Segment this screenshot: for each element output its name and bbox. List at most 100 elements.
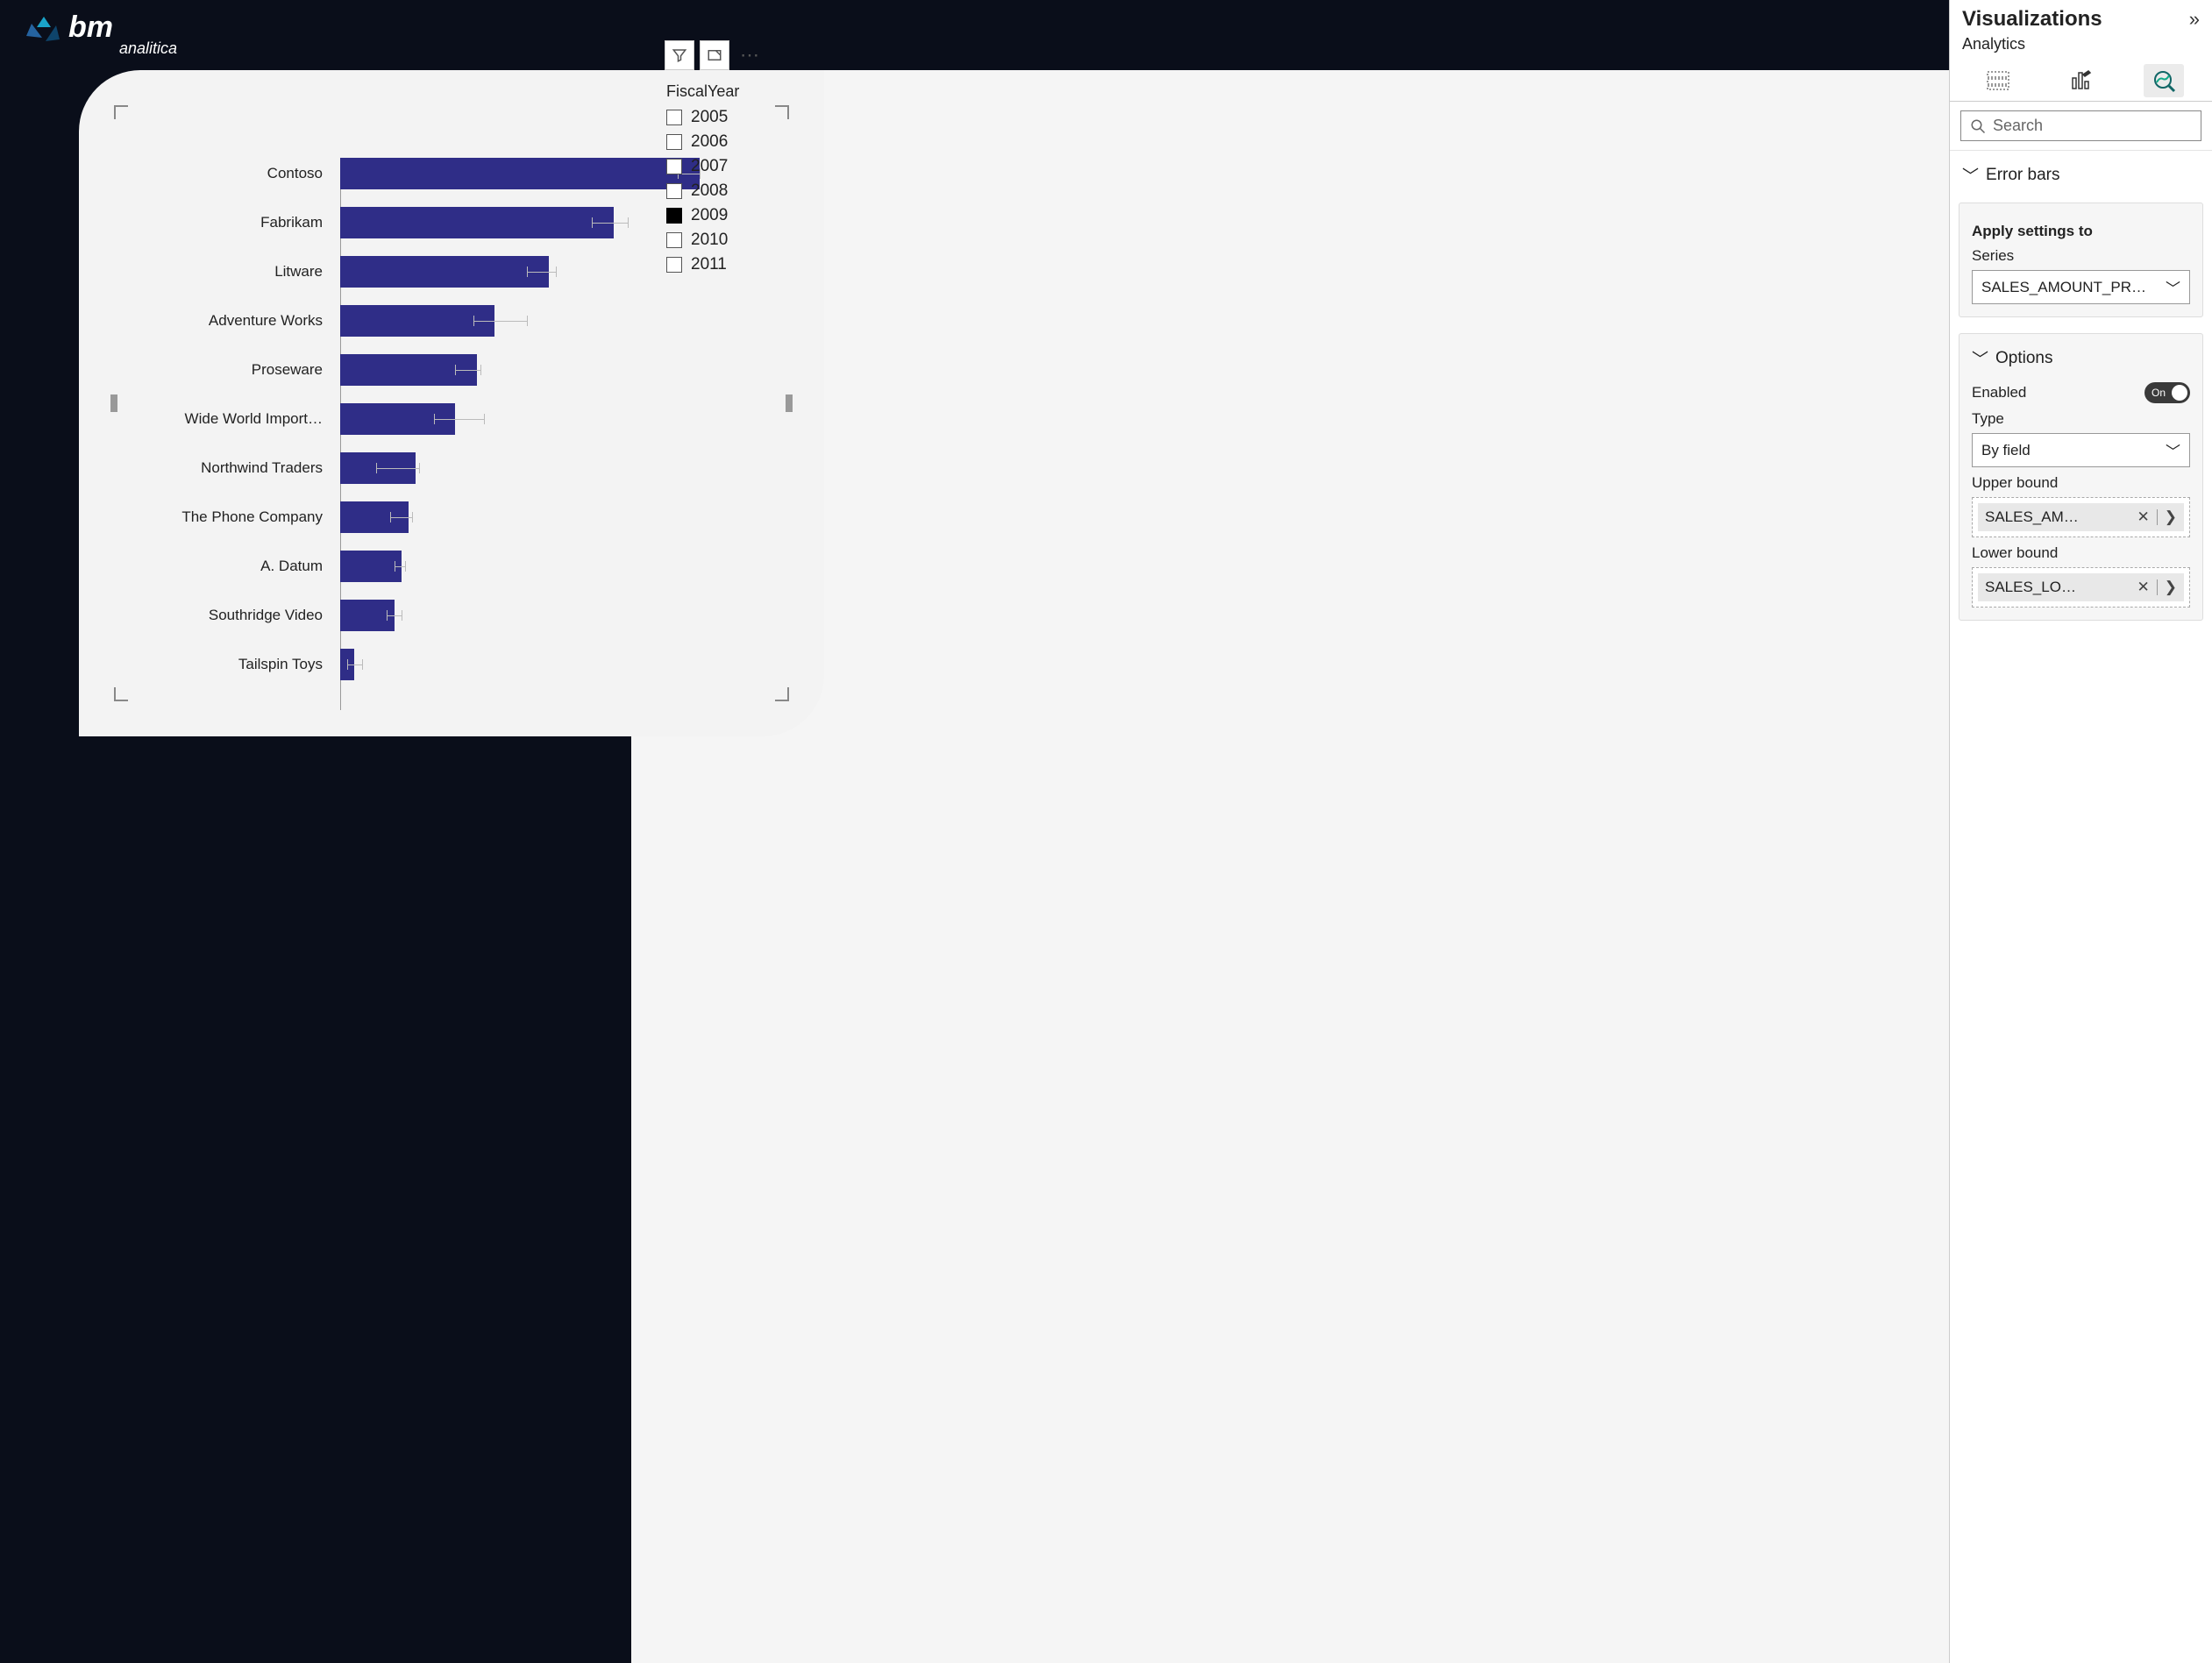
error-bar-line [376,468,419,469]
slicer-item-label: 2009 [691,206,728,225]
bar-wrap [333,403,719,435]
upper-bound-pill-text: SALES_AM… [1985,508,2079,526]
series-select-value: SALES_AMOUNT_PR… [1981,279,2146,296]
bar-wrap [333,649,719,680]
slicer-item-2009[interactable]: 2009 [666,206,815,225]
type-select-value: By field [1981,442,2031,459]
bar[interactable] [340,256,549,288]
checkbox-icon[interactable] [666,110,682,125]
tab-analytics[interactable] [2144,64,2184,97]
visual-more-button[interactable]: ⋯ [735,40,765,70]
chart-row: The Phone Company [140,501,719,533]
error-bar-cap [387,610,388,621]
slicer-item-label: 2005 [691,108,728,127]
bar[interactable] [340,158,700,189]
pane-title: Visualizations [1962,7,2102,32]
remove-upper-button[interactable]: ✕ [2137,508,2150,526]
error-bar-line [592,223,628,224]
error-bar-line [387,615,401,616]
visual-focus-button[interactable] [700,40,729,70]
slicer-item-2011[interactable]: 2011 [666,255,815,274]
slicer-title: FiscalYear [666,82,815,101]
lower-bound-pill-text: SALES_LO… [1985,579,2076,596]
error-bar-cap [347,659,348,670]
resize-handle-l[interactable] [110,394,117,412]
search-input[interactable]: Search [1960,110,2201,141]
chart-row: Litware [140,256,719,288]
upper-bound-pill[interactable]: SALES_AM… ✕ ❯ [1978,503,2184,531]
report-canvas[interactable]: bm analitica ⋯ Co [0,0,1949,1663]
slicer-item-2010[interactable]: 2010 [666,231,815,250]
category-label: Wide World Import… [140,410,333,428]
resize-handle-bl[interactable] [114,687,128,701]
checkbox-icon[interactable] [666,134,682,150]
enabled-toggle[interactable]: On [2144,382,2190,403]
lower-bound-well[interactable]: SALES_LO… ✕ ❯ [1972,567,2190,608]
pane-subtitle: Analytics [1950,33,2212,60]
checkbox-icon[interactable] [666,232,682,248]
divider [2157,509,2158,525]
funnel-icon [672,47,687,63]
tab-build[interactable] [1978,64,2018,97]
checkbox-icon[interactable] [666,183,682,199]
format-tab-icon [2069,69,2092,92]
error-bar-cap [484,414,485,424]
canvas-light-area [631,70,1949,1663]
upper-bound-label: Upper bound [1972,474,2190,492]
bar-wrap [333,452,719,484]
resize-handle-tl[interactable] [114,105,128,119]
bar[interactable] [340,207,614,238]
tab-format[interactable] [2060,64,2101,97]
bar[interactable] [340,551,402,582]
error-bar-cap [473,316,474,326]
slicer-item-2005[interactable]: 2005 [666,108,815,127]
build-tab-icon [1987,71,2009,90]
error-bars-section-header[interactable]: ﹀ Error bars [1950,151,2212,199]
bar-wrap [333,551,719,582]
chart-row: Tailspin Toys [140,649,719,680]
category-label: Southridge Video [140,607,333,624]
upper-bound-more-button[interactable]: ❯ [2165,508,2177,526]
remove-lower-button[interactable]: ✕ [2137,579,2150,596]
type-label: Type [1972,410,2190,428]
error-bar-cap [362,659,363,670]
checkbox-icon[interactable] [666,159,682,174]
collapse-pane-button[interactable]: » [2189,8,2200,31]
category-label: Northwind Traders [140,459,333,477]
apply-settings-header: Apply settings to [1972,223,2190,240]
resize-handle-r[interactable] [786,394,793,412]
bar[interactable] [340,305,494,337]
error-bar-line [347,664,361,665]
series-select[interactable]: SALES_AMOUNT_PR… ﹀ [1972,270,2190,304]
bar-wrap [333,354,719,386]
chart-row: Adventure Works [140,305,719,337]
checkbox-icon[interactable] [666,257,682,273]
lower-bound-more-button[interactable]: ❯ [2165,579,2177,596]
resize-handle-br[interactable] [775,687,789,701]
enabled-label: Enabled [1972,384,2026,402]
chart-row: Contoso [140,158,719,189]
error-bar-cap [455,365,456,375]
category-label: Fabrikam [140,214,333,231]
pane-tab-row [1950,60,2212,102]
slicer-item-2006[interactable]: 2006 [666,132,815,152]
category-label: Litware [140,263,333,281]
slicer-item-2008[interactable]: 2008 [666,181,815,201]
bar-wrap [333,207,719,238]
upper-bound-well[interactable]: SALES_AM… ✕ ❯ [1972,497,2190,537]
logo-icon [25,15,63,53]
type-select[interactable]: By field ﹀ [1972,433,2190,467]
error-bar-cap [419,463,420,473]
chart-row: Northwind Traders [140,452,719,484]
visual-filter-button[interactable] [665,40,694,70]
search-icon [1970,118,1986,134]
bar[interactable] [340,600,395,631]
slicer-item-2007[interactable]: 2007 [666,157,815,176]
bar-wrap [333,600,719,631]
category-label: Adventure Works [140,312,333,330]
lower-bound-pill[interactable]: SALES_LO… ✕ ❯ [1978,573,2184,601]
options-header[interactable]: ﹀ Options [1972,346,2190,375]
fiscal-year-slicer[interactable]: FiscalYear 2005 2006 2007 2008 2009 2010 2011 [666,82,815,280]
checkbox-icon[interactable] [666,208,682,224]
search-placeholder: Search [1993,117,2043,135]
